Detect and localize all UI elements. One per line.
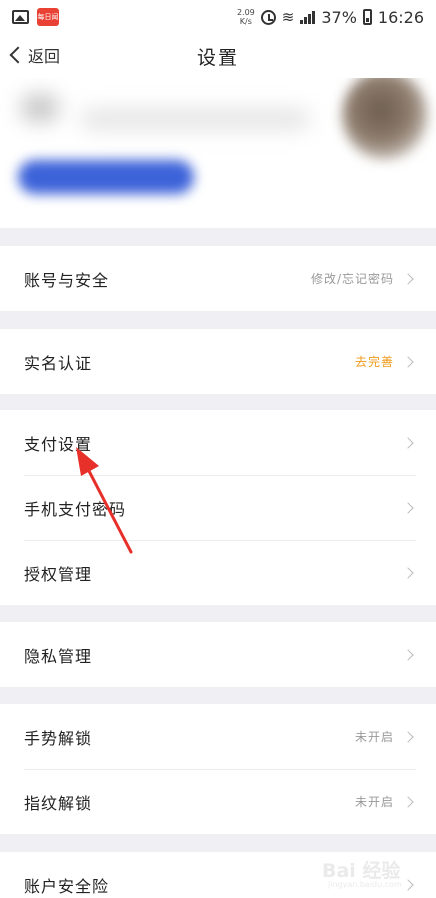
- row-value: 修改/忘记密码: [310, 272, 394, 286]
- profile-action-button[interactable]: [18, 160, 194, 194]
- alarm-icon: [260, 9, 276, 25]
- settings-group-account: 账号与安全 修改/忘记密码: [0, 246, 436, 311]
- row-authorization[interactable]: 授权管理: [0, 540, 436, 605]
- profile-card[interactable]: [0, 78, 436, 228]
- row-label: 指纹解锁: [24, 793, 93, 813]
- chevron-right-icon: [402, 501, 414, 514]
- row-value: 未开启: [354, 730, 394, 744]
- network-speed: 2.09 K/s: [237, 8, 255, 26]
- profile-blurred-name: [20, 93, 60, 123]
- watermark-sub: jingyan.baidu.com: [328, 880, 402, 889]
- profile-blurred-info: [80, 108, 310, 130]
- back-button[interactable]: 返回: [9, 43, 61, 67]
- battery-percent: 37%: [321, 7, 357, 27]
- chevron-left-icon: [9, 46, 27, 64]
- settings-group-identity: 实名认证 去完善: [0, 329, 436, 394]
- row-label: 手机支付密码: [24, 499, 127, 519]
- status-bar: 每日闻 2.09 K/s ≋ 37% 16:26: [0, 0, 436, 34]
- chevron-right-icon: [402, 272, 414, 285]
- settings-group-unlock: 手势解锁 未开启 指纹解锁 未开启: [0, 704, 436, 834]
- row-label: 手势解锁: [24, 728, 93, 748]
- row-label: 账号与安全: [24, 270, 110, 290]
- network-speed-unit: K/s: [239, 17, 252, 26]
- wifi-icon: ≋: [281, 8, 295, 26]
- row-gesture-unlock[interactable]: 手势解锁 未开启: [0, 704, 436, 769]
- chevron-right-icon: [402, 795, 414, 808]
- chevron-right-icon: [402, 730, 414, 743]
- row-real-name[interactable]: 实名认证 去完善: [0, 329, 436, 394]
- chevron-right-icon: [402, 355, 414, 368]
- clock: 16:26: [377, 7, 424, 27]
- watermark-text: Bai 经验: [322, 860, 401, 882]
- row-account-security[interactable]: 账号与安全 修改/忘记密码: [0, 246, 436, 311]
- row-label: 支付设置: [24, 434, 93, 454]
- signal-icon: [300, 10, 316, 24]
- row-label: 隐私管理: [24, 646, 93, 666]
- page-title: 设置: [196, 46, 239, 69]
- image-icon: [12, 10, 29, 24]
- chevron-right-icon: [402, 566, 414, 579]
- row-payment-settings[interactable]: 支付设置: [0, 410, 436, 475]
- row-label: 账户安全险: [24, 876, 110, 896]
- nav-bar: 返回 设置: [0, 34, 436, 78]
- row-label: 授权管理: [24, 564, 93, 584]
- back-label: 返回: [28, 47, 61, 66]
- row-value: 去完善: [354, 355, 394, 369]
- row-value: 未开启: [354, 795, 394, 809]
- app-badge-icon: 每日闻: [37, 8, 59, 26]
- chevron-right-icon: [402, 436, 414, 449]
- baidu-watermark-logo: Bai 经验 jingyan.baidu.com: [322, 852, 406, 892]
- row-fingerprint-unlock[interactable]: 指纹解锁 未开启: [0, 769, 436, 834]
- avatar[interactable]: [342, 78, 428, 160]
- settings-group-payment: 支付设置 手机支付密码 授权管理: [0, 410, 436, 605]
- chevron-right-icon: [402, 648, 414, 661]
- row-label: 实名认证: [24, 353, 93, 373]
- battery-icon: [362, 9, 372, 25]
- settings-group-privacy: 隐私管理: [0, 622, 436, 687]
- row-payment-password[interactable]: 手机支付密码: [0, 475, 436, 540]
- row-privacy[interactable]: 隐私管理: [0, 622, 436, 687]
- network-speed-value: 2.09: [236, 8, 255, 17]
